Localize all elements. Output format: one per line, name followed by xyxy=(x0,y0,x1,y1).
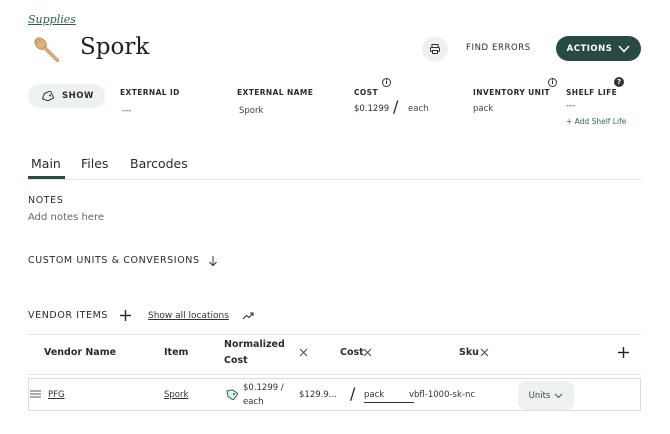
chevron-down-icon xyxy=(618,44,630,53)
add-shelf-life-link[interactable]: + Add Shelf Life xyxy=(566,117,626,126)
table-top-line xyxy=(28,334,641,335)
item-link[interactable]: Spork xyxy=(164,390,188,400)
external-name-value: Spork xyxy=(239,106,264,116)
external-name-label: EXTERNAL NAME xyxy=(237,88,314,97)
tabs-divider xyxy=(28,179,641,180)
cost-value: $0.1299 xyxy=(354,104,390,114)
tab-main[interactable]: Main xyxy=(31,156,61,171)
product-image xyxy=(28,32,66,68)
find-errors-button[interactable]: FIND ERRORS xyxy=(466,43,531,53)
external-id-value: --- xyxy=(122,106,132,116)
unit-input[interactable]: pack xyxy=(364,390,414,403)
printer-icon xyxy=(430,44,440,54)
notes-input[interactable]: Add notes here xyxy=(28,212,104,223)
inventory-unit-value: pack xyxy=(473,104,494,114)
cost-label: COST xyxy=(354,88,378,97)
column-header-item: Item xyxy=(164,347,189,358)
shelf-life-label: SHELF LIFE xyxy=(566,88,618,97)
external-id-label: EXTERNAL ID xyxy=(120,88,180,97)
show-label: SHOW xyxy=(62,91,94,101)
column-header-cost: Cost xyxy=(340,347,364,358)
arrow-down-icon[interactable] xyxy=(208,255,218,267)
close-icon[interactable] xyxy=(480,348,489,357)
plus-icon[interactable] xyxy=(119,309,132,322)
trend-icon xyxy=(242,312,254,320)
page-title: Spork xyxy=(80,34,150,60)
info-icon[interactable]: i xyxy=(548,78,557,87)
cost-value-cell: $129.9... xyxy=(299,390,337,400)
info-icon[interactable]: i xyxy=(382,78,391,87)
help-icon[interactable]: ? xyxy=(614,77,624,87)
chevron-down-icon xyxy=(554,393,563,398)
column-header-sku: Sku xyxy=(459,347,479,358)
cost-unit-slash: / xyxy=(350,384,356,403)
add-column-icon[interactable] xyxy=(617,346,630,359)
vendor-items-label: VENDOR ITEMS xyxy=(28,310,109,321)
show-tags-button[interactable]: SHOW xyxy=(28,84,105,108)
breadcrumb[interactable]: Supplies xyxy=(28,13,76,26)
close-icon[interactable] xyxy=(363,348,372,357)
print-button[interactable] xyxy=(422,37,448,61)
tag-icon xyxy=(41,90,54,101)
sku-input[interactable]: vbfl-1000-sk-nc xyxy=(409,390,475,400)
units-label: Units xyxy=(528,390,551,401)
column-header-vendor-name: Vendor Name xyxy=(44,347,117,358)
notes-label: NOTES xyxy=(28,195,64,206)
shelf-life-value: --- xyxy=(566,101,576,111)
cost-divider-slash: / xyxy=(393,97,399,116)
tab-barcodes[interactable]: Barcodes xyxy=(130,156,188,171)
close-icon[interactable] xyxy=(299,348,308,357)
inventory-unit-label: INVENTORY UNIT xyxy=(473,88,551,97)
normalized-cost-value: $0.1299 / each xyxy=(243,383,284,407)
column-header-normalized-cost: Normalized Cost xyxy=(224,339,285,366)
tag-icon xyxy=(226,389,238,400)
table-header-line xyxy=(28,374,641,375)
actions-label: ACTIONS xyxy=(566,43,613,54)
actions-button[interactable]: ACTIONS xyxy=(556,36,641,61)
cost-per-unit: each xyxy=(408,104,429,114)
vendor-name-link[interactable]: PFG xyxy=(48,390,65,400)
drag-handle-icon[interactable] xyxy=(30,390,41,398)
show-all-locations-link[interactable]: Show all locations xyxy=(148,311,229,321)
custom-units-toggle[interactable]: CUSTOM UNITS & CONVERSIONS xyxy=(28,255,200,266)
tab-files[interactable]: Files xyxy=(81,156,108,171)
units-dropdown[interactable]: Units xyxy=(518,381,574,410)
